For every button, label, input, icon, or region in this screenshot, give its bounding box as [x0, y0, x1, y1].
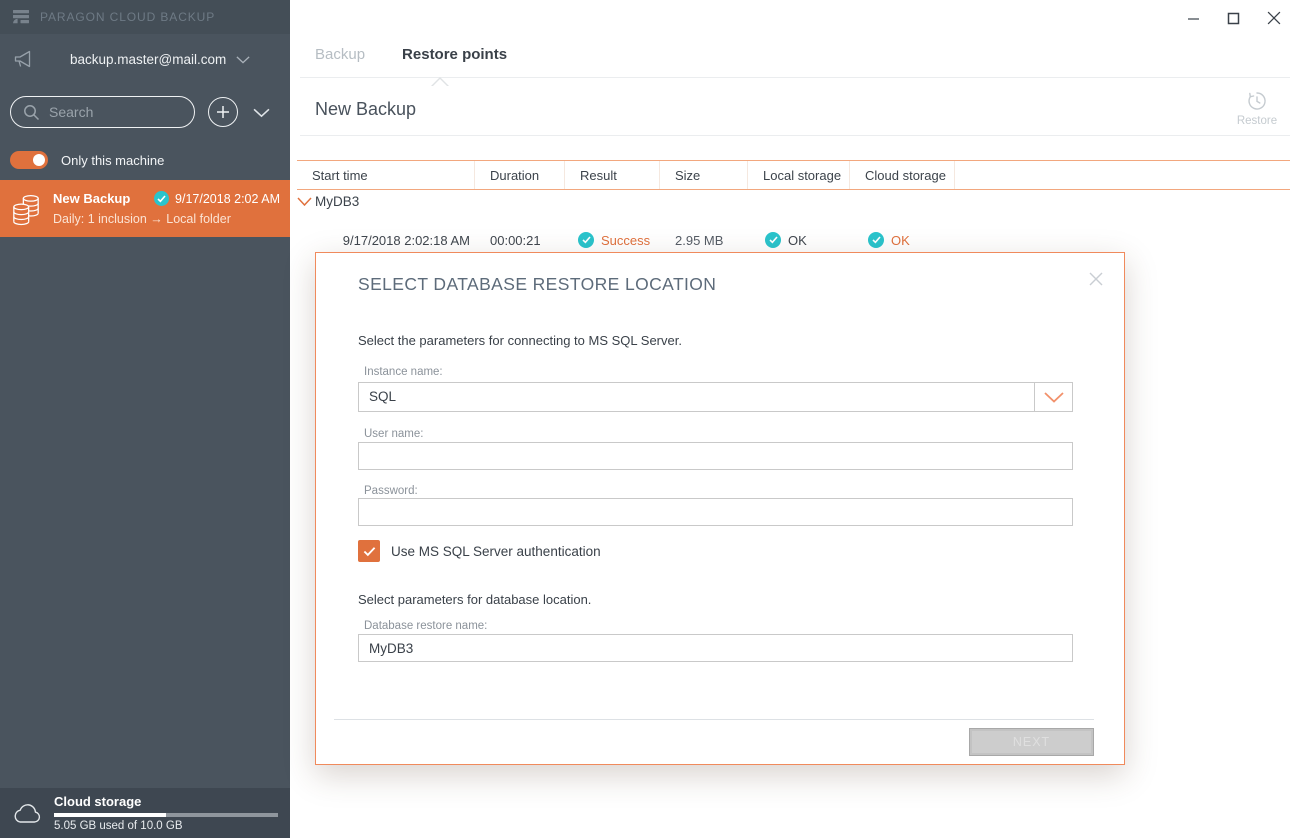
- app-header: PARAGON CLOUD BACKUP: [0, 0, 290, 34]
- restore-name-field[interactable]: [358, 634, 1073, 662]
- storage-usage-text: 5.05 GB used of 10.0 GB: [54, 820, 278, 832]
- column-header-result[interactable]: Result: [565, 161, 660, 189]
- close-icon: [1088, 271, 1104, 287]
- column-header-local-storage[interactable]: Local storage: [748, 161, 850, 189]
- cloud-storage-panel: Cloud storage 5.05 GB used of 10.0 GB: [0, 788, 290, 838]
- toggle-knob: [33, 154, 45, 166]
- minimize-button[interactable]: [1185, 9, 1202, 27]
- auth-checkbox[interactable]: [358, 540, 380, 562]
- storage-progress-fill: [54, 813, 166, 817]
- close-button[interactable]: [1265, 9, 1283, 27]
- column-header-start-time[interactable]: Start time: [297, 161, 475, 189]
- table-group-row[interactable]: MyDB3: [297, 194, 359, 209]
- result-text: Success: [601, 233, 650, 248]
- cell-start-time: 9/17/2018 2:02:18 AM: [297, 233, 475, 248]
- dialog-title: SELECT DATABASE RESTORE LOCATION: [358, 274, 716, 295]
- search-icon: [23, 104, 40, 121]
- cell-cloud-storage: OK: [850, 232, 910, 248]
- maximize-button[interactable]: [1225, 9, 1242, 27]
- collapse-list-button[interactable]: [253, 107, 270, 118]
- next-button[interactable]: NEXT: [969, 728, 1094, 756]
- account-row[interactable]: backup.master@mail.com: [0, 45, 290, 73]
- cell-size: 2.95 MB: [660, 233, 748, 248]
- dialog-footer-divider: [334, 719, 1094, 720]
- toggle-label: Only this machine: [61, 153, 164, 168]
- announcement-icon: [12, 47, 36, 71]
- instance-name-value: SQL: [359, 383, 1072, 411]
- group-chevron-down-icon: [297, 197, 312, 206]
- tab-backup[interactable]: Backup: [315, 46, 365, 63]
- sidebar: PARAGON CLOUD BACKUP backup.master@mail.…: [0, 0, 290, 838]
- username-field[interactable]: [358, 442, 1073, 470]
- instance-name-select[interactable]: SQL: [358, 382, 1073, 412]
- restore-button[interactable]: Restore: [1233, 90, 1281, 127]
- backup-list-item[interactable]: New Backup 9/17/2018 2:02 AM Daily: 1 in…: [0, 180, 290, 237]
- password-field[interactable]: [358, 498, 1073, 526]
- window-controls: [1185, 9, 1283, 27]
- only-this-machine-toggle[interactable]: [10, 151, 48, 169]
- app-title: PARAGON CLOUD BACKUP: [40, 10, 215, 24]
- search-input[interactable]: [49, 104, 230, 120]
- search-box[interactable]: [10, 96, 195, 128]
- restore-history-icon: [1233, 90, 1281, 112]
- cell-local-storage: OK: [748, 232, 850, 248]
- restore-location-dialog: SELECT DATABASE RESTORE LOCATION Select …: [315, 252, 1125, 765]
- account-chevron-down-icon: [236, 55, 250, 64]
- search-row: [10, 95, 282, 129]
- cell-duration: 00:00:21: [475, 233, 565, 248]
- app-window: PARAGON CLOUD BACKUP backup.master@mail.…: [0, 0, 1299, 838]
- column-header-cloud-storage[interactable]: Cloud storage: [850, 161, 955, 189]
- group-label: MyDB3: [315, 194, 359, 209]
- local-storage-check-icon: [765, 232, 781, 248]
- chevron-down-icon: [253, 107, 270, 118]
- database-icon: [8, 191, 44, 227]
- location-intro: Select parameters for database location.: [358, 592, 591, 607]
- backup-item-date: 9/17/2018 2:02 AM: [175, 192, 280, 206]
- auth-checkbox-label: Use MS SQL Server authentication: [391, 544, 601, 559]
- auth-checkbox-row: Use MS SQL Server authentication: [358, 540, 601, 562]
- storage-title: Cloud storage: [54, 794, 278, 809]
- restore-button-label: Restore: [1233, 115, 1281, 127]
- password-label: Password:: [364, 485, 418, 497]
- backup-item-content: New Backup 9/17/2018 2:02 AM Daily: 1 in…: [53, 191, 280, 226]
- chevron-down-icon: [1044, 392, 1064, 403]
- tab-restore-points[interactable]: Restore points: [402, 46, 507, 63]
- username-label: User name:: [364, 428, 423, 440]
- section-divider: [300, 135, 1290, 136]
- select-chevron-area[interactable]: [1034, 383, 1072, 411]
- cloud-icon: [12, 802, 42, 824]
- dialog-intro: Select the parameters for connecting to …: [358, 333, 682, 348]
- instance-name-label: Instance name:: [364, 366, 443, 378]
- cloud-storage-check-icon: [868, 232, 884, 248]
- account-email: backup.master@mail.com: [70, 52, 226, 67]
- result-check-icon: [578, 232, 594, 248]
- app-logo-icon: [12, 8, 30, 26]
- local-storage-text: OK: [788, 233, 807, 248]
- table-header-line: [297, 189, 1290, 190]
- column-header-size[interactable]: Size: [660, 161, 748, 189]
- machine-toggle-row: Only this machine: [10, 151, 164, 169]
- table-header: Start time Duration Result Size Local st…: [297, 161, 1290, 189]
- backup-item-name: New Backup: [53, 191, 154, 206]
- storage-content: Cloud storage 5.05 GB used of 10.0 GB: [54, 794, 278, 832]
- dialog-close-button[interactable]: [1086, 269, 1106, 289]
- restore-name-label: Database restore name:: [364, 620, 487, 632]
- cloud-storage-text: OK: [891, 233, 910, 248]
- tab-bar: Backup Restore points: [315, 46, 507, 63]
- plus-icon: [216, 105, 230, 119]
- add-backup-button[interactable]: [208, 97, 238, 127]
- storage-progress-bar: [54, 813, 278, 817]
- success-check-icon: [154, 191, 169, 206]
- cell-result: Success: [565, 232, 660, 248]
- table-row[interactable]: 9/17/2018 2:02:18 AM 00:00:21 Success 2.…: [297, 227, 1290, 253]
- check-icon: [363, 546, 376, 557]
- page-title: New Backup: [315, 99, 416, 120]
- backup-item-details: Daily: 1 inclusion → Local folder: [53, 212, 280, 226]
- column-header-duration[interactable]: Duration: [475, 161, 565, 189]
